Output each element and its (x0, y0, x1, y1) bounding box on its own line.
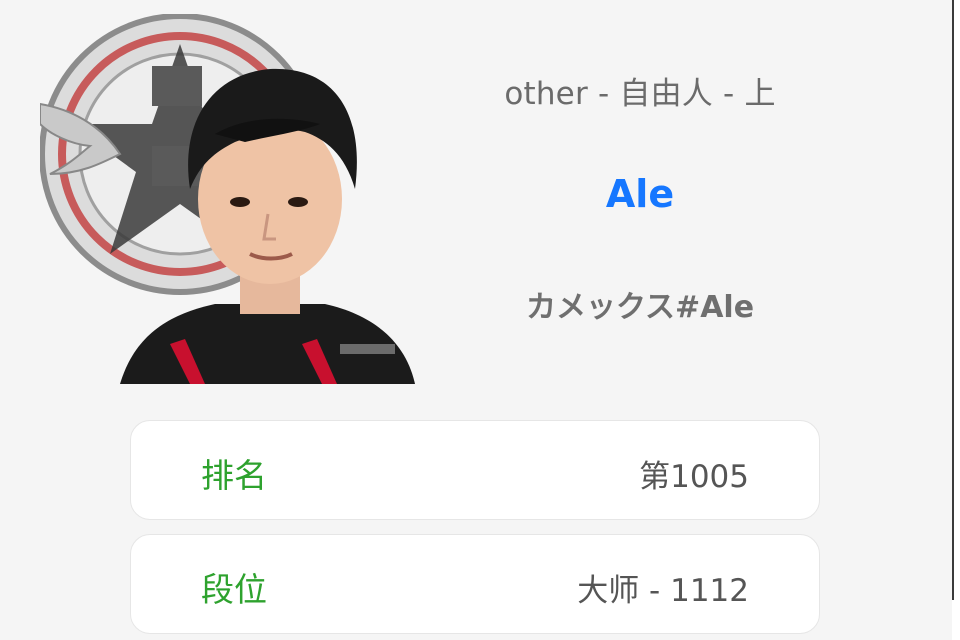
scrollbar[interactable] (952, 0, 960, 640)
tier-value: 大师 - 1112 (577, 573, 749, 609)
player-name-link[interactable]: Ale (440, 172, 840, 216)
tier-label: 段位 (201, 570, 267, 609)
player-game-id: カメックス#Ale (525, 290, 755, 325)
rank-value: 第1005 (639, 459, 749, 495)
rank-card: 排名 第1005 (130, 420, 820, 520)
tier-card: 段位 大师 - 1112 (130, 534, 820, 634)
player-team-role: other - 自由人 - 上 (504, 76, 776, 112)
player-profile-page: other - 自由人 - 上 Ale カメックス#Ale 排名 第1005 段… (0, 0, 960, 640)
rank-label: 排名 (201, 456, 267, 495)
player-avatar (40, 14, 420, 384)
player-photo-icon (40, 14, 415, 384)
